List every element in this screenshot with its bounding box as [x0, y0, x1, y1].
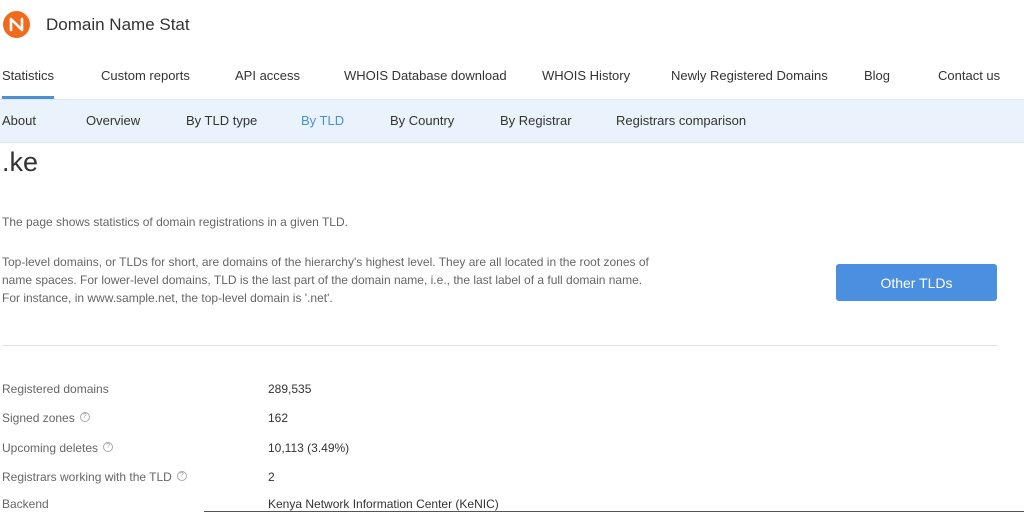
stat-row-registered-domains: Registered domains 289,535 — [2, 382, 702, 402]
stat-label-with-help: Signed zones? — [2, 411, 90, 425]
stat-label: Upcoming deletes — [2, 441, 99, 455]
tld-description-line: name spaces. For lower-level domains, TL… — [2, 273, 643, 287]
stat-row-signed-zones: Signed zones? 162 — [2, 411, 702, 431]
stat-value: 162 — [268, 411, 289, 425]
stat-label: Registered domains — [2, 382, 109, 396]
stat-row-upcoming-deletes: Upcoming deletes? 10,113 (3.49%) — [2, 441, 702, 461]
page-intro: The page shows statistics of domain regi… — [2, 215, 348, 229]
help-icon[interactable]: ? — [176, 471, 187, 481]
site-header: Domain Name Stat — [0, 0, 1024, 52]
sub-nav: About Overview By TLD type By TLD By Cou… — [0, 99, 1024, 143]
tld-description-line: For instance, in www.sample.net, the top… — [2, 291, 333, 305]
divider — [2, 345, 998, 346]
stat-label: Registrars working with the TLD — [2, 470, 172, 484]
stat-value: 289,535 — [268, 382, 312, 396]
nav-item-statistics[interactable]: Statistics — [2, 52, 55, 99]
stat-row-backend: Backend Kenya Network Information Center… — [2, 497, 702, 517]
stat-label-with-help: Registrars working with the TLD? — [2, 470, 187, 484]
stat-value: 2 — [268, 470, 275, 484]
logo-n-glyph — [9, 17, 24, 32]
help-icon[interactable]: ? — [79, 412, 90, 422]
main-nav: Statistics Custom reports API access WHO… — [0, 52, 1024, 99]
sub-nav-by-tld[interactable]: By TLD — [301, 100, 344, 142]
help-icon[interactable]: ? — [103, 442, 114, 452]
stat-value: 10,113 (3.49%) — [268, 441, 350, 455]
tld-description-line: Top-level domains, or TLDs for short, ar… — [2, 255, 649, 269]
stat-label-with-help: Upcoming deletes? — [2, 441, 114, 455]
domain-name-stat-logo-icon[interactable] — [3, 11, 30, 38]
nav-item-whois-history[interactable]: WHOIS History — [542, 52, 630, 99]
page-title: .ke — [2, 147, 39, 177]
tld-description: Top-level domains, or TLDs for short, ar… — [2, 253, 672, 307]
bottom-rule — [204, 511, 1024, 512]
nav-item-contact-us[interactable]: Contact us — [938, 52, 1000, 99]
stat-value: Kenya Network Information Center (KeNIC) — [268, 497, 499, 511]
sub-nav-overview[interactable]: Overview — [86, 100, 140, 142]
stat-label: Backend — [2, 497, 49, 511]
stat-label: Signed zones — [2, 411, 75, 425]
sub-nav-about[interactable]: About — [2, 100, 36, 142]
nav-item-blog[interactable]: Blog — [864, 52, 890, 99]
brand-name[interactable]: Domain Name Stat — [46, 15, 190, 35]
sub-nav-by-registrar[interactable]: By Registrar — [500, 100, 572, 142]
nav-item-newly-registered-domains[interactable]: Newly Registered Domains — [671, 52, 828, 99]
sub-nav-registrars-comparison[interactable]: Registrars comparison — [616, 100, 746, 142]
stat-row-registrars-working: Registrars working with the TLD? 2 — [2, 470, 702, 490]
nav-item-api-access[interactable]: API access — [235, 52, 300, 99]
nav-item-whois-database-download[interactable]: WHOIS Database download — [344, 52, 507, 99]
other-tlds-button[interactable]: Other TLDs — [836, 264, 997, 301]
sub-nav-by-tld-type[interactable]: By TLD type — [186, 100, 257, 142]
nav-item-custom-reports[interactable]: Custom reports — [101, 52, 190, 99]
sub-nav-by-country[interactable]: By Country — [390, 100, 454, 142]
